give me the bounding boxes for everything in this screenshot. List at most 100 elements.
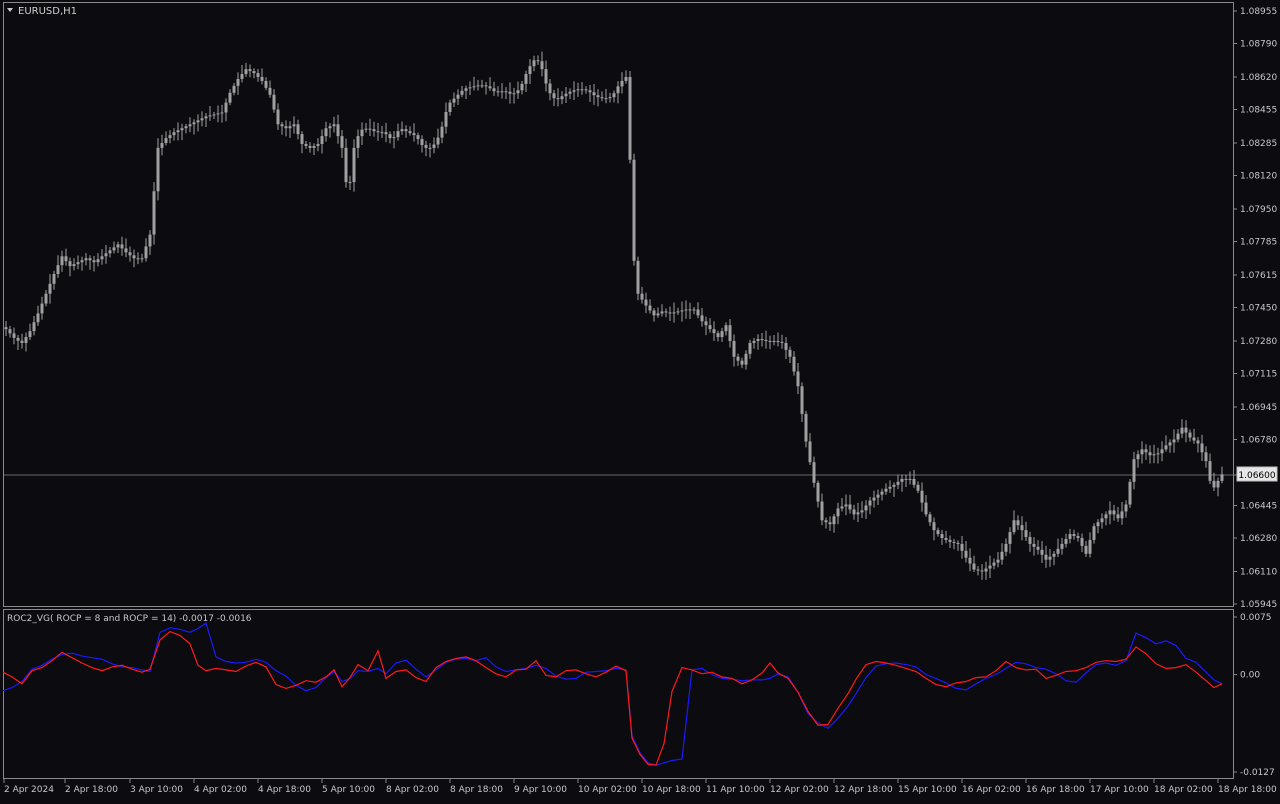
candle <box>468 81 472 96</box>
candle <box>776 332 780 347</box>
candle <box>740 357 744 369</box>
candle <box>408 126 412 136</box>
candle <box>228 89 232 106</box>
candle <box>1216 477 1220 497</box>
candle <box>712 321 716 342</box>
candle <box>696 302 700 319</box>
candle <box>544 60 548 92</box>
candle <box>692 306 696 315</box>
candle <box>1028 531 1032 552</box>
candle <box>456 89 460 106</box>
candle <box>268 80 272 98</box>
candle <box>768 335 772 350</box>
time-tick-label: 10 Apr 02:00 <box>578 785 637 795</box>
candle <box>72 258 76 271</box>
candle <box>748 339 752 359</box>
candle <box>924 495 928 517</box>
candle <box>220 104 224 123</box>
candle <box>460 85 464 98</box>
candle <box>1184 420 1188 443</box>
candle <box>328 122 332 138</box>
candle <box>96 253 100 267</box>
candle <box>388 131 392 144</box>
price-tick-label: 1.05945 <box>1240 600 1277 610</box>
symbol-menu-icon[interactable] <box>7 8 13 12</box>
candle <box>224 98 228 122</box>
time-tick-label: 9 Apr 10:00 <box>514 785 567 795</box>
candle <box>480 79 484 88</box>
candle <box>264 77 268 91</box>
candle <box>40 296 44 320</box>
candle <box>716 330 720 342</box>
candle <box>124 238 128 258</box>
candle <box>788 346 792 364</box>
candle <box>852 504 856 520</box>
candle <box>432 137 436 154</box>
candle <box>136 252 140 265</box>
candle <box>528 59 532 85</box>
candle <box>596 89 600 107</box>
time-tick-label: 18 Apr 18:00 <box>1218 785 1277 795</box>
time-tick-label: 2 Apr 18:00 <box>65 785 118 795</box>
candle <box>336 114 340 144</box>
candle <box>752 337 756 349</box>
candle <box>964 540 968 563</box>
candle <box>56 255 60 278</box>
candle <box>956 540 960 551</box>
candle <box>1168 439 1172 453</box>
price-axis[interactable]: 1.08955 1.08790 1.08620 1.08455 1.08285 1.081… <box>1233 7 1277 610</box>
candle <box>1108 501 1112 525</box>
candle <box>564 86 568 104</box>
candle <box>372 121 376 137</box>
candle <box>212 111 216 119</box>
candle <box>1004 538 1008 557</box>
candle <box>184 123 188 134</box>
candle <box>204 113 208 127</box>
indicator-label: ROC2_VG( ROCP = 8 and ROCP = 14) -0.0017… <box>7 614 252 624</box>
candle <box>892 482 896 497</box>
candle <box>316 138 320 152</box>
candle <box>552 89 556 107</box>
candle <box>160 134 164 156</box>
candle <box>356 129 360 159</box>
candle <box>488 77 492 91</box>
candle <box>972 555 976 573</box>
candle <box>796 363 800 395</box>
candle <box>244 62 248 77</box>
time-axis[interactable]: 2 Apr 2024 2 Apr 18:00 3 Apr 10:00 4 Apr 02… <box>3 779 1277 795</box>
candle <box>272 89 276 113</box>
candle <box>1220 466 1224 484</box>
candle <box>916 481 920 494</box>
price-tick-label: 1.08455 <box>1240 106 1277 116</box>
chart-canvas[interactable]: 1.08955 1.08790 1.08620 1.08455 1.08285 1.081… <box>0 0 1280 800</box>
candle <box>76 255 80 270</box>
candle <box>144 238 148 262</box>
roc-fast-line <box>2 630 1223 766</box>
time-tick-label: 18 Apr 02:00 <box>1154 785 1213 795</box>
candle <box>600 91 604 102</box>
candle <box>620 72 624 94</box>
candle <box>1036 540 1040 555</box>
candle <box>936 527 940 537</box>
candle <box>416 132 420 145</box>
candle <box>1008 527 1012 554</box>
candle <box>876 489 880 505</box>
candle <box>616 81 620 104</box>
candle <box>296 119 300 140</box>
candle <box>60 250 64 272</box>
candle <box>732 334 736 367</box>
candle <box>868 496 872 515</box>
candle <box>704 316 708 336</box>
candle <box>988 555 992 578</box>
time-tick-label: 16 Apr 02:00 <box>962 785 1021 795</box>
price-tick-label: 1.08120 <box>1240 172 1277 182</box>
candle <box>452 92 456 107</box>
candle <box>888 480 892 493</box>
candle <box>284 120 288 137</box>
candle <box>152 182 156 245</box>
candle <box>240 65 244 83</box>
candle <box>396 123 400 141</box>
candle <box>44 289 48 307</box>
candle <box>1212 472 1216 492</box>
trading-chart-window[interactable]: 1.08955 1.08790 1.08620 1.08455 1.08285 1.081… <box>0 0 1280 800</box>
